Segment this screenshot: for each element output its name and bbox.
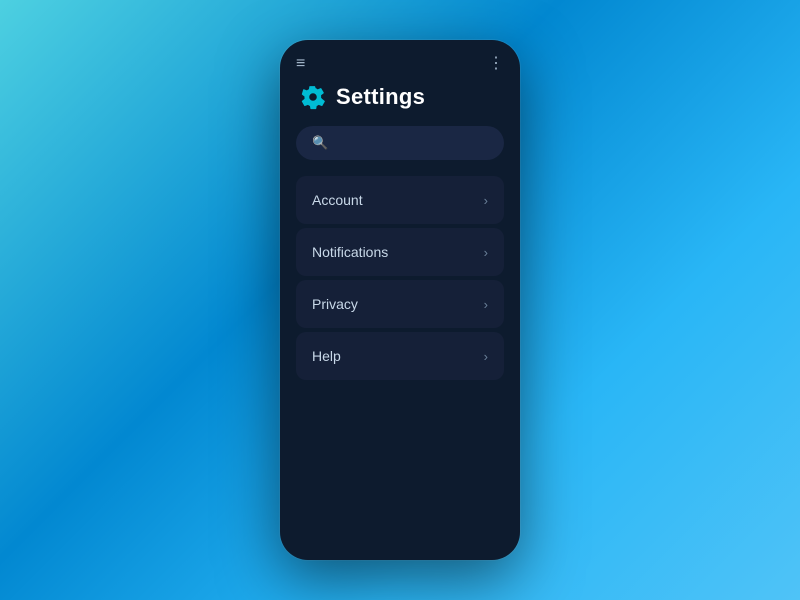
chevron-icon-help: › <box>484 349 488 364</box>
chevron-icon-account: › <box>484 193 488 208</box>
menu-item-label-privacy: Privacy <box>312 296 358 312</box>
page-title: Settings <box>336 84 425 110</box>
more-icon[interactable]: ⋮ <box>488 56 504 72</box>
menu-list: Account › Notifications › Privacy › Help › <box>280 176 520 380</box>
title-row: Settings <box>280 76 520 126</box>
menu-item-label-notifications: Notifications <box>312 244 388 260</box>
menu-item-notifications[interactable]: Notifications › <box>296 228 504 276</box>
chevron-icon-notifications: › <box>484 245 488 260</box>
menu-item-label-account: Account <box>312 192 363 208</box>
search-input[interactable] <box>336 136 488 151</box>
menu-item-label-help: Help <box>312 348 341 364</box>
top-bar: ≡ ⋮ <box>280 40 520 76</box>
menu-item-help[interactable]: Help › <box>296 332 504 380</box>
search-container: 🔍 <box>280 126 520 176</box>
phone-frame: ≡ ⋮ Settings 🔍 Account›Notifications›Pri… <box>280 40 520 560</box>
search-icon: 🔍 <box>312 135 328 151</box>
search-bar[interactable]: 🔍 <box>296 126 504 160</box>
menu-item-privacy[interactable]: Privacy › <box>296 280 504 328</box>
hamburger-icon[interactable]: ≡ <box>296 56 305 72</box>
chevron-icon-privacy: › <box>484 297 488 312</box>
menu-item-account[interactable]: Account › <box>296 176 504 224</box>
gear-icon <box>300 84 326 110</box>
